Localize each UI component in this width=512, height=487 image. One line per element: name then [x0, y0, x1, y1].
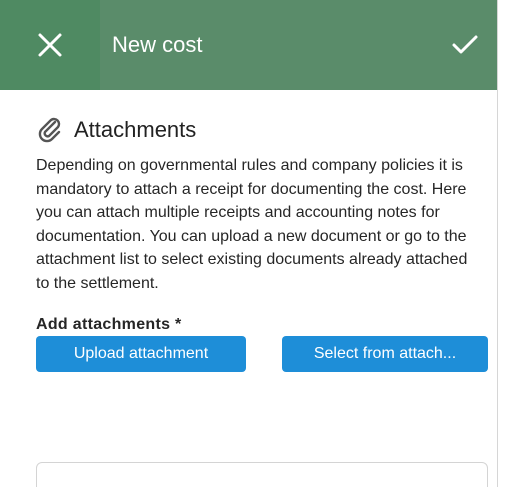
section-title: Attachments: [74, 117, 197, 142]
attachment-list-box[interactable]: [36, 462, 488, 487]
attachments-description: Depending on governmental rules and comp…: [36, 157, 468, 292]
attachments-section: Attachments Depending on governmental ru…: [36, 112, 488, 372]
app-header: New cost: [0, 0, 497, 90]
paperclip-icon: [38, 117, 61, 143]
page-title: New cost: [112, 32, 203, 57]
new-cost-dialog: New cost Attachments Depending on govern…: [0, 0, 498, 487]
close-button[interactable]: [0, 0, 100, 90]
attachment-actions: Upload attachment Select from attach...: [36, 335, 488, 372]
upload-attachment-button[interactable]: Upload attachment: [36, 335, 246, 372]
check-icon: [452, 35, 478, 54]
close-icon: [38, 33, 62, 57]
select-from-attachments-button[interactable]: Select from attach...: [282, 335, 488, 372]
save-button[interactable]: [433, 0, 497, 90]
attachments-header: Attachments: [36, 112, 488, 148]
add-attachments-label: Add attachments *: [36, 315, 182, 333]
